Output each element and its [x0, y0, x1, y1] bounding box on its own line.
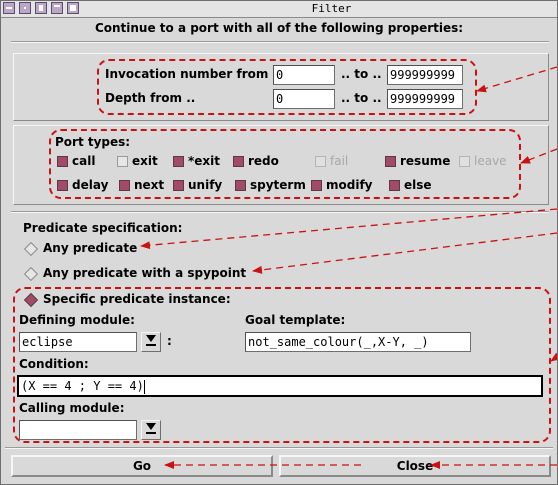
arrow-to-specific-box — [550, 352, 557, 362]
arrow-to-ports — [520, 148, 557, 164]
arrow-to-ranges — [476, 66, 557, 93]
annotation-arrows — [140, 66, 557, 469]
arrow-to-spypoint — [252, 232, 557, 274]
filter-window: Filter Continue to a port with all of th… — [0, 0, 558, 485]
